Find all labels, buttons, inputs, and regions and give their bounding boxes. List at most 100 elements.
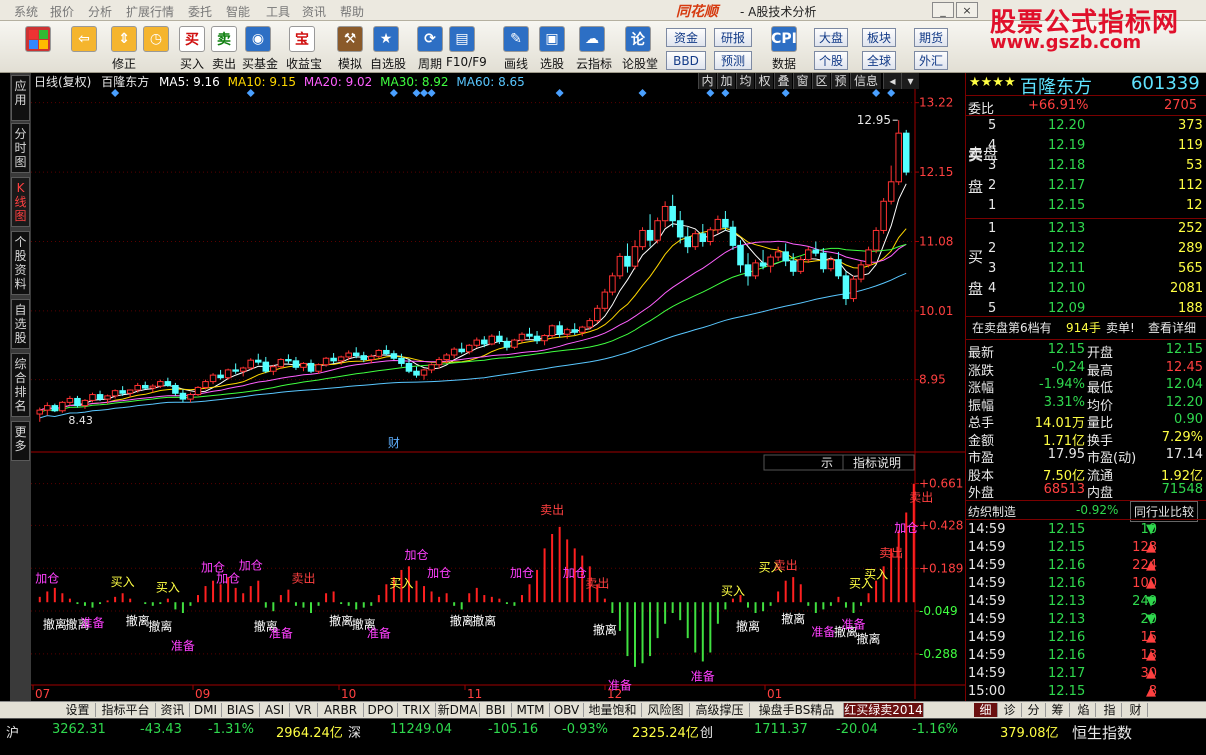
toolbar-small-7[interactable]: 全球 (862, 51, 896, 70)
side-tab-4[interactable]: 焰 (1072, 703, 1096, 717)
chart-tool-5[interactable]: 窗 (793, 73, 811, 89)
menu-item-4[interactable]: 委托 (188, 3, 212, 20)
indicator-tab-11[interactable]: BBI (480, 703, 512, 717)
minimize-button[interactable]: _ (932, 2, 954, 18)
indicator-tab-13[interactable]: OBV (550, 703, 584, 717)
indicator-tab-9[interactable]: TRIX (398, 703, 436, 717)
collapse-icon[interactable]: ◂ (883, 73, 901, 89)
buy-price[interactable]: 12.11 (1048, 261, 1085, 276)
chart-tool-3[interactable]: 权 (755, 73, 773, 89)
candle (797, 256, 805, 274)
toolbar-fund-button[interactable]: ◉ 买基金 (242, 26, 278, 72)
toolbar-small-0[interactable]: 资金 (666, 28, 706, 47)
chart-tool-1[interactable]: 加 (717, 73, 735, 89)
indicator-tab-10[interactable]: 新DMA (436, 703, 480, 717)
toolbar-pen-button[interactable]: ✎ 画线 (500, 26, 532, 72)
toolbar-cycle-button[interactable]: ⟳ 周期 (414, 26, 446, 72)
price-axis-label: 10.01 (919, 304, 953, 318)
chart-tool-0[interactable]: 内 (698, 73, 716, 89)
side-tab-0[interactable]: 细 (974, 703, 998, 717)
toolbar-small-5[interactable]: 个股 (814, 51, 848, 70)
left-nav-0[interactable]: 应用 (11, 75, 30, 121)
menu-item-1[interactable]: 报价 (50, 3, 74, 20)
left-nav-1[interactable]: 分时图 (11, 123, 30, 173)
menu-item-6[interactable]: 工具 (266, 3, 290, 20)
toolbar-small-4[interactable]: 大盘 (814, 28, 848, 47)
indicator-tab-3[interactable]: DMI (190, 703, 222, 717)
menu-item-5[interactable]: 智能 (226, 3, 250, 20)
toolbar-hammer-button[interactable]: ⚒ 模拟 (334, 26, 366, 72)
side-tab-6[interactable]: 财 (1124, 703, 1148, 717)
indicator-tab-12[interactable]: MTM (512, 703, 550, 717)
left-nav-6[interactable]: 更多 (11, 421, 30, 461)
menu-item-3[interactable]: 扩展行情 (126, 3, 174, 20)
kline-svg[interactable]: 13.22 12.15 11.08 10.01 8.95 12.95 8.43 财 +0.661… (31, 87, 965, 715)
indicator-tab-7[interactable]: ARBR (318, 703, 364, 717)
indicator-tab-14[interactable]: 地量饱和 (584, 703, 642, 717)
toolbar-select-button[interactable]: ▣ 选股 (536, 26, 568, 72)
close-button[interactable]: × (956, 2, 978, 18)
menu-item-0[interactable]: 系统 (14, 3, 38, 20)
sell-volume: 53 (1186, 158, 1203, 173)
sell-price[interactable]: 12.17 (1048, 178, 1085, 193)
toolbar-small-8[interactable]: 期货 (914, 28, 948, 47)
indicator-tab-17[interactable]: 操盘手BS精品 (750, 703, 844, 717)
candle (398, 353, 405, 367)
left-nav-4[interactable]: 自选股 (11, 299, 30, 349)
date-axis-label: 07 (35, 687, 50, 701)
left-nav-3[interactable]: 个股资料 (11, 231, 30, 295)
chart-tool-7[interactable]: 预 (831, 73, 849, 89)
buy-price[interactable]: 12.10 (1048, 281, 1085, 296)
indicator-tab-18[interactable]: 红买绿卖2014 (844, 703, 924, 717)
toolbar-small-1[interactable]: BBD (666, 51, 706, 70)
toolbar-sell-button[interactable]: 卖卖出 (208, 26, 240, 72)
toolbar-back-arrow-button[interactable]: ⇦ (68, 26, 100, 52)
toolbar-grid-button[interactable] (22, 26, 54, 52)
indicator-tab-4[interactable]: BIAS (222, 703, 260, 717)
buy-price[interactable]: 12.09 (1048, 301, 1085, 316)
side-tab-3[interactable]: 筹 (1046, 703, 1070, 717)
left-nav-2[interactable]: K线图 (11, 177, 30, 227)
indicator-tab-8[interactable]: DPO (364, 703, 398, 717)
side-tab-5[interactable]: 指 (1098, 703, 1122, 717)
chart-tool-6[interactable]: 区 (812, 73, 830, 89)
indicator-tab-6[interactable]: VR (290, 703, 318, 717)
sell-price[interactable]: 12.18 (1048, 158, 1085, 173)
indicator-tab-5[interactable]: ASI (260, 703, 290, 717)
toolbar-small-9[interactable]: 外汇 (914, 51, 948, 70)
sell-price[interactable]: 12.20 (1048, 118, 1085, 133)
dropdown-icon[interactable]: ▾ (901, 73, 919, 89)
sh-index-label: 沪 (6, 726, 20, 741)
toolbar-buy-button[interactable]: 买买入 (176, 26, 208, 72)
toolbar-small-6[interactable]: 板块 (862, 28, 896, 47)
indicator-tab-2[interactable]: 资讯 (156, 703, 190, 717)
indicator-tab-16[interactable]: 高级撑压 (690, 703, 750, 717)
toolbar-small-2[interactable]: 研报 (714, 28, 752, 47)
side-tab-2[interactable]: 分 (1022, 703, 1046, 717)
toolbar-lun-button[interactable]: 论论股堂 (622, 26, 658, 72)
toolbar-clock-button[interactable]: ◷ (140, 26, 172, 52)
toolbar-star-button[interactable]: ★ 自选股 (370, 26, 406, 72)
menu-item-2[interactable]: 分析 (88, 3, 112, 20)
buy-price[interactable]: 12.13 (1048, 221, 1085, 236)
toolbar-bao-button[interactable]: 宝收益宝 (286, 26, 322, 72)
chart-tool-8[interactable]: 信息 (850, 73, 881, 89)
order-notice-link[interactable]: 查看详细 (1148, 319, 1196, 336)
sell-price[interactable]: 12.19 (1048, 138, 1085, 153)
menu-item-8[interactable]: 帮助 (340, 3, 364, 20)
toolbar-f10-button[interactable]: ▤ F10/F9 (446, 26, 487, 69)
left-nav-5[interactable]: 综合排名 (11, 353, 30, 417)
toolbar-arrow-updown-button[interactable]: ⇕ 修正 (108, 26, 140, 72)
buy-price[interactable]: 12.12 (1048, 241, 1085, 256)
toolbar-cpi-button[interactable]: CPI 数据 (766, 26, 802, 72)
chart-tool-4[interactable]: 叠 (774, 73, 792, 89)
sell-price[interactable]: 12.15 (1048, 198, 1085, 213)
chart-tool-2[interactable]: 均 (736, 73, 754, 89)
menu-item-7[interactable]: 资讯 (302, 3, 326, 20)
toolbar-cloud-button[interactable]: ☁ 云指标 (576, 26, 612, 72)
indicator-tab-0[interactable]: 设置 (60, 703, 96, 717)
toolbar-small-3[interactable]: 预测 (714, 51, 752, 70)
indicator-tab-1[interactable]: 指标平台 (96, 703, 156, 717)
side-tab-1[interactable]: 诊 (998, 703, 1022, 717)
indicator-tab-15[interactable]: 风险图 (642, 703, 690, 717)
